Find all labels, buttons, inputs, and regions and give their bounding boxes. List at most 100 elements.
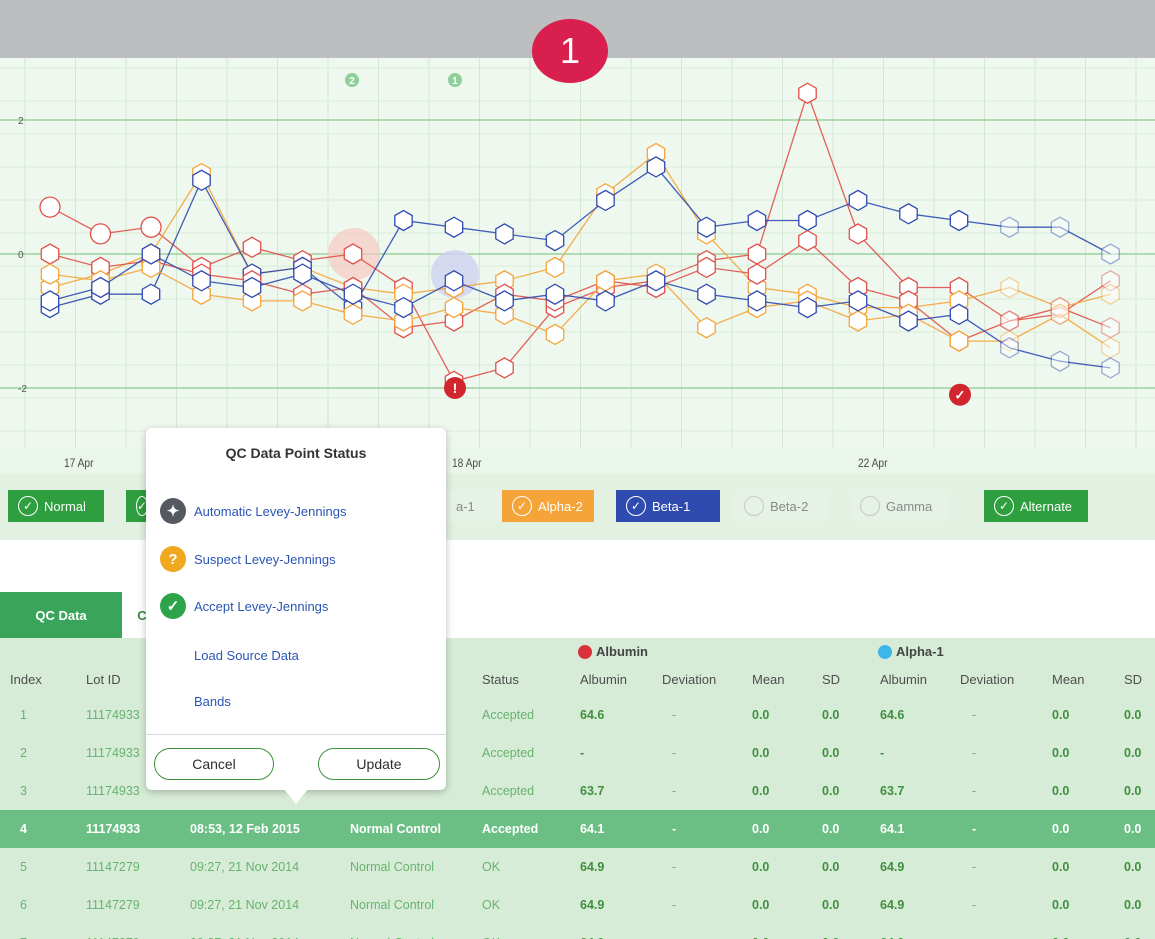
cell-time: 09:27, 21 Nov 2014	[190, 860, 300, 874]
legend-gamma[interactable]: Gamma	[850, 490, 950, 522]
data-point	[697, 256, 716, 279]
data-point	[646, 270, 666, 292]
cell-alb: 63.7	[580, 784, 605, 798]
cell-dev: -	[672, 860, 677, 874]
cancel-button[interactable]: Cancel	[154, 748, 274, 780]
menu-automatic-levey-jennings[interactable]: ✦ Automatic Levey-Jennings	[160, 496, 346, 526]
cell-status: Accepted	[482, 784, 535, 798]
col-status[interactable]: Status	[482, 672, 519, 687]
col-albumin[interactable]: Albumin	[580, 672, 627, 687]
legend-normal[interactable]: ✓ Normal	[8, 490, 104, 522]
cell-dev: -	[672, 898, 677, 912]
table-row[interactable]: 5 11147279 09:27, 21 Nov 2014 Normal Contro…	[0, 848, 1155, 886]
data-point	[242, 236, 262, 259]
cell-mean2: 0.0	[1052, 860, 1070, 874]
cell-lot: 11174933	[86, 784, 140, 798]
menu-bands[interactable]: Bands	[194, 686, 231, 716]
data-point	[596, 189, 615, 212]
cell-alb2: 64.6	[880, 708, 905, 722]
data-point	[747, 263, 767, 285]
cell-alb2: -	[880, 746, 885, 760]
group-albumin: Albumin	[578, 644, 648, 659]
qc-chart[interactable]: 2 0 -2 2 1! ✓	[0, 58, 1155, 456]
data-point	[495, 357, 514, 379]
cell-dev2: -	[972, 746, 977, 760]
data-point	[697, 316, 716, 339]
data-point	[596, 290, 615, 312]
cell-dev: -	[672, 708, 677, 722]
col-lot-id[interactable]: Lot ID	[86, 672, 121, 687]
data-point	[1101, 243, 1120, 265]
circle-icon	[860, 496, 880, 516]
cell-lot: 11174933	[86, 708, 140, 722]
legend-beta-1[interactable]: ✓ Beta-1	[616, 490, 720, 522]
check-icon: ✓	[160, 593, 186, 619]
cell-status: OK	[482, 898, 501, 912]
legend-alpha-1[interactable]: a-1	[446, 490, 502, 522]
y-tick-label: 0	[18, 250, 24, 261]
table-row[interactable]: 71114727909:27, 21 Nov 2014Normal Contro…	[0, 924, 1155, 939]
col-sd-2[interactable]: SD	[1124, 672, 1142, 687]
data-point	[343, 283, 363, 305]
cell-index: 6	[20, 898, 27, 912]
cell-lot: 11174933	[86, 746, 140, 760]
data-point	[1000, 276, 1019, 299]
menu-suspect-levey-jennings[interactable]: ? Suspect Levey-Jennings	[160, 544, 336, 574]
data-point	[1050, 303, 1070, 326]
col-albumin-2[interactable]: Albumin	[880, 672, 927, 687]
cell-sd: 0.0	[822, 746, 840, 760]
cell-alb2: 64.9	[880, 860, 905, 874]
cell-sd: 0.0	[822, 784, 840, 798]
cell-time: 08:53, 12 Feb 2015	[190, 822, 300, 836]
legend-alpha-2[interactable]: ✓ Alpha-2	[502, 490, 594, 522]
cell-dev2: -	[972, 822, 977, 836]
data-point	[293, 263, 312, 285]
data-point	[394, 296, 413, 319]
data-point	[798, 229, 817, 252]
menu-load-source-data[interactable]: Load Source Data	[194, 640, 299, 670]
data-point	[495, 290, 514, 312]
table-row[interactable]: 4 11174933 08:53, 12 Feb 2015 Normal Contro…	[0, 810, 1155, 848]
check-icon: ✓	[512, 496, 532, 516]
col-index[interactable]: Index	[10, 672, 42, 687]
cell-lot: 11174933	[86, 822, 141, 836]
cell-sd: 0.0	[822, 822, 840, 836]
cell-mean2: 0.0	[1052, 898, 1070, 912]
update-button[interactable]: Update	[318, 748, 440, 780]
cell-index: 1	[20, 708, 27, 722]
cell-dev2: -	[972, 784, 977, 798]
data-point	[697, 283, 716, 305]
data-point	[949, 209, 969, 232]
data-point	[1101, 357, 1120, 379]
qc-status-popup: QC Data Point Status ✦ Automatic Levey-J…	[146, 428, 446, 790]
col-mean-2[interactable]: Mean	[1052, 672, 1085, 687]
col-deviation[interactable]: Deviation	[662, 672, 716, 687]
legend-alternate[interactable]: ✓ Alternate	[984, 490, 1088, 522]
col-deviation-2[interactable]: Deviation	[960, 672, 1014, 687]
data-point	[697, 216, 716, 238]
col-sd[interactable]: SD	[822, 672, 840, 687]
data-point	[40, 243, 60, 265]
data-point	[545, 256, 565, 279]
x-label-18-apr: 18 Apr	[452, 456, 482, 470]
cell-dev: -	[672, 822, 677, 836]
check-icon: ✓	[18, 496, 38, 516]
data-point	[444, 270, 464, 292]
alpha1-dot-icon	[878, 644, 892, 659]
data-point	[899, 310, 918, 332]
cell-dev: -	[672, 746, 677, 760]
legend-beta-2[interactable]: Beta-2	[734, 490, 830, 522]
cell-mean: 0.0	[752, 746, 770, 760]
app-root: 1 2 0 -2 2 1! ✓ 17 Apr 18 Apr 22 Apr ✓ Normal …	[0, 0, 1155, 939]
cell-lot: 11147279	[86, 898, 140, 912]
data-point	[1101, 337, 1120, 359]
data-point	[242, 276, 262, 299]
cell-lot: 11147279	[86, 860, 140, 874]
chart-svg[interactable]: 2 0 -2 2 1! ✓	[0, 58, 1155, 456]
table-row[interactable]: 6 11147279 09:27, 21 Nov 2014 Normal Contro…	[0, 886, 1155, 924]
tab-qc-data[interactable]: QC Data	[0, 592, 122, 638]
menu-accept-levey-jennings[interactable]: ✓ Accept Levey-Jennings	[160, 591, 328, 621]
cell-mean2: 0.0	[1052, 746, 1070, 760]
col-mean[interactable]: Mean	[752, 672, 785, 687]
cell-dev2: -	[972, 898, 977, 912]
